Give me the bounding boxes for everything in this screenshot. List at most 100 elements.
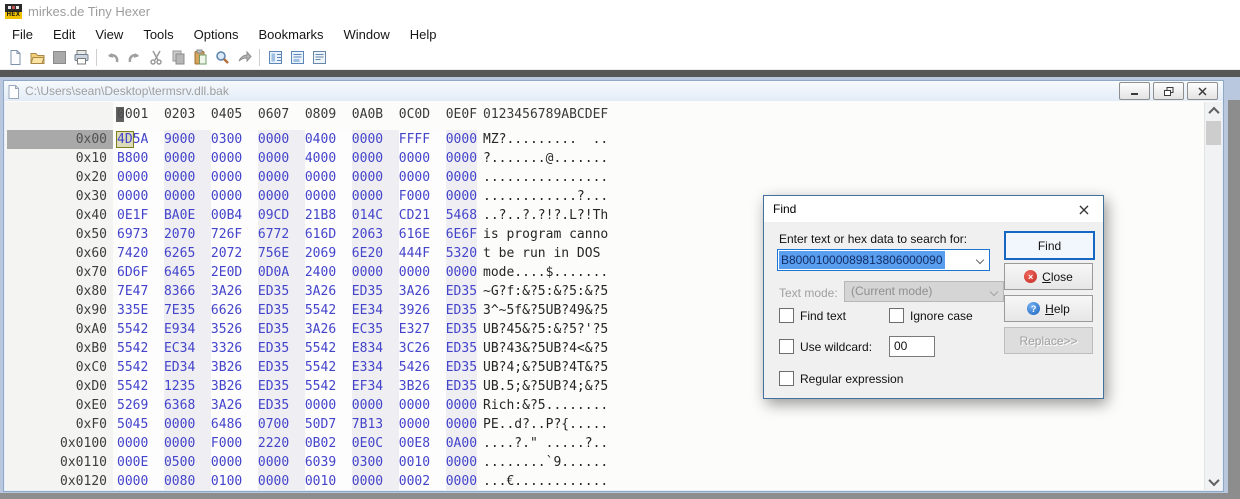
scrollbar-thumb[interactable] xyxy=(1206,121,1221,145)
row-hex-bytes[interactable]: 0000 0080 0100 0000 0010 0000 0002 0000 xyxy=(117,472,478,490)
row-address: 0xB0 xyxy=(75,341,107,356)
paste-icon[interactable] xyxy=(189,47,211,68)
row-ascii[interactable]: UB?43&?5UB?4<&?5 xyxy=(483,339,608,358)
header-column-cursor xyxy=(116,107,124,122)
row-ascii[interactable]: is program canno xyxy=(483,225,608,244)
row-hex-bytes[interactable]: 5542 ED34 3B26 ED35 5542 E334 5426 ED35 xyxy=(117,358,478,377)
hex-column-header: 0001 0203 0405 0607 0809 0A0B 0C0D 0E0F xyxy=(117,107,478,122)
wildcard-input[interactable]: 00 xyxy=(889,336,935,357)
row-ascii[interactable]: MZ?......... .. xyxy=(483,130,608,149)
row-ascii[interactable]: ................ xyxy=(483,168,608,187)
vertical-scrollbar[interactable] xyxy=(1204,102,1222,490)
find-button[interactable]: Find xyxy=(1004,231,1095,260)
row-ascii[interactable]: UB?4;&?5UB?4T&?5 xyxy=(483,358,608,377)
row-hex-bytes[interactable]: 0E1F BA0E 00B4 09CD 21B8 014C CD21 5468 xyxy=(117,206,478,225)
use-wildcard-checkbox[interactable]: Use wildcard: xyxy=(779,339,872,354)
mdi-bottom-edge xyxy=(0,493,1240,499)
menu-window[interactable]: Window xyxy=(334,24,400,45)
checkbox-icon[interactable] xyxy=(889,308,904,323)
hex-row-0x0110[interactable]: 0x0110 000E 0500 0000 0000 6039 0300 0010… xyxy=(5,453,1205,472)
row-hex-bytes[interactable]: 335E 7E35 6626 ED35 5542 EE34 3926 ED35 xyxy=(117,301,478,320)
row-ascii[interactable]: mode....$....... xyxy=(483,263,608,282)
checkbox-icon[interactable] xyxy=(779,308,794,323)
row-ascii[interactable]: 3^~5f&?5UB?49&?5 xyxy=(483,301,608,320)
row-ascii[interactable]: Rich:&?5........ xyxy=(483,396,608,415)
help-button[interactable]: ? Help xyxy=(1004,295,1093,322)
menu-bookmarks[interactable]: Bookmarks xyxy=(248,24,333,45)
close-button[interactable]: × Close xyxy=(1004,263,1093,290)
find-dialog-title: Find xyxy=(773,202,797,216)
row-hex-bytes[interactable]: 0000 0000 0000 0000 0000 0000 0000 0000 xyxy=(117,168,478,187)
window-title: mirkes.de Tiny Hexer xyxy=(28,3,151,19)
hex-row-0x0120[interactable]: 0x0120 0000 0080 0100 0000 0010 0000 0002… xyxy=(5,472,1205,490)
ignore-case-label: Ignore case xyxy=(910,308,973,323)
regular-expression-checkbox[interactable]: Regular expression xyxy=(779,371,903,386)
close-icon[interactable]: × xyxy=(1065,196,1103,222)
script-list-icon[interactable] xyxy=(308,47,330,68)
row-hex-bytes[interactable]: 0000 0000 0000 0000 0000 0000 F000 0000 xyxy=(117,187,478,206)
document-path: C:\Users\sean\Desktop\termsrv.dll.bak xyxy=(25,84,229,98)
menu-help[interactable]: Help xyxy=(400,24,447,45)
menu-tools[interactable]: Tools xyxy=(133,24,183,45)
row-ascii[interactable]: UB.5;&?5UB?4;&?5 xyxy=(483,377,608,396)
help-button-label: Help xyxy=(1045,301,1070,316)
minimize-button[interactable] xyxy=(1119,82,1150,100)
row-hex-bytes[interactable]: 5542 EC34 3326 ED35 5542 E834 3C26 ED35 xyxy=(117,339,478,358)
row-hex-bytes[interactable]: 5542 1235 3B26 ED35 5542 EF34 3B26 ED35 xyxy=(117,377,478,396)
row-hex-bytes[interactable]: 7E47 8366 3A26 ED35 3A26 ED35 3A26 ED35 xyxy=(117,282,478,301)
caret-byte[interactable]: 4D xyxy=(116,131,134,148)
row-hex-bytes[interactable]: B800 0000 0000 0000 4000 0000 0000 0000 xyxy=(117,149,478,168)
row-ascii[interactable]: ?.......@....... xyxy=(483,149,608,168)
row-hex-bytes[interactable]: 5542 E934 3526 ED35 3A26 EC35 E327 ED35 xyxy=(117,320,478,339)
menu-view[interactable]: View xyxy=(85,24,133,45)
row-hex-bytes[interactable]: 6D6F 6465 2E0D 0D0A 2400 0000 0000 0000 xyxy=(117,263,478,282)
row-address: 0x0120 xyxy=(60,474,107,489)
checkbox-icon[interactable] xyxy=(779,371,794,386)
row-ascii[interactable]: ............?... xyxy=(483,187,608,206)
close-button[interactable] xyxy=(1187,82,1218,100)
ignore-case-checkbox[interactable]: Ignore case xyxy=(889,308,973,323)
row-ascii[interactable]: ....?." .....?.. xyxy=(483,434,608,453)
row-ascii[interactable]: ...€............ xyxy=(483,472,608,490)
restore-button[interactable] xyxy=(1153,82,1184,100)
row-ascii[interactable]: UB?45&?5:&?5?'?5 xyxy=(483,320,608,339)
row-hex-bytes[interactable]: 000E 0500 0000 0000 6039 0300 0010 0000 xyxy=(117,453,478,472)
hex-row-0x0100[interactable]: 0x0100 0000 0000 F000 2220 0B02 0E0C 00E8… xyxy=(5,434,1205,453)
print-icon[interactable] xyxy=(70,47,92,68)
bookmarks-panel-icon[interactable] xyxy=(264,47,286,68)
scroll-up-arrow-icon[interactable] xyxy=(1205,102,1222,119)
new-document-icon[interactable] xyxy=(4,47,26,68)
hex-row-0xF0[interactable]: 0xF0 5045 0000 6486 0700 50D7 7B13 0000 0… xyxy=(5,415,1205,434)
row-ascii[interactable]: t be run in DOS xyxy=(483,244,608,263)
search-input[interactable]: B80001000089813806000090 xyxy=(777,249,990,271)
toolbar-separator xyxy=(96,49,97,66)
find-text-checkbox[interactable]: Find text xyxy=(779,308,846,323)
chevron-down-icon[interactable] xyxy=(975,255,985,265)
scroll-down-arrow-icon[interactable] xyxy=(1205,473,1222,490)
search-icon[interactable] xyxy=(211,47,233,68)
menu-edit[interactable]: Edit xyxy=(43,24,85,45)
row-ascii[interactable]: ..?..?.?!?.L?!Th xyxy=(483,206,608,225)
row-hex-bytes[interactable]: 6973 2070 726F 6772 616D 2063 616E 6E6F xyxy=(117,225,478,244)
app-icon: HEX xyxy=(5,3,22,19)
row-hex-bytes[interactable]: 7420 6265 2072 756E 2069 6E20 444F 5320 xyxy=(117,244,478,263)
row-address: 0x0100 xyxy=(60,436,107,451)
toolbar xyxy=(0,46,1240,69)
checkbox-icon[interactable] xyxy=(779,339,794,354)
disk-window-icon[interactable] xyxy=(286,47,308,68)
row-ascii[interactable]: ........`9...... xyxy=(483,453,608,472)
open-folder-icon[interactable] xyxy=(26,47,48,68)
row-hex-bytes[interactable]: 0000 0000 F000 2220 0B02 0E0C 00E8 0A00 xyxy=(117,434,478,453)
row-ascii[interactable]: ~G?f:&?5:&?5:&?5 xyxy=(483,282,608,301)
hex-row-0x20[interactable]: 0x20 0000 0000 0000 0000 0000 0000 0000 0… xyxy=(5,168,1205,187)
row-hex-bytes[interactable]: 5045 0000 6486 0700 50D7 7B13 0000 0000 xyxy=(117,415,478,434)
row-ascii[interactable]: PE..d?..P?{..... xyxy=(483,415,608,434)
menu-file[interactable]: File xyxy=(2,24,43,45)
row-hex-bytes[interactable]: 5269 6368 3A26 ED35 0000 0000 0000 0000 xyxy=(117,396,478,415)
menu-options[interactable]: Options xyxy=(184,24,249,45)
hex-row-0x00[interactable]: 0x00 4D5A 9000 0300 0000 0400 0000 FFFF 0… xyxy=(5,130,1205,149)
hex-row-0x10[interactable]: 0x10 B800 0000 0000 0000 4000 0000 0000 0… xyxy=(5,149,1205,168)
row-hex-bytes[interactable]: 4D5A 9000 0300 0000 0400 0000 FFFF 0000 xyxy=(116,130,478,149)
document-title-bar[interactable]: C:\Users\sean\Desktop\termsrv.dll.bak xyxy=(4,81,1223,101)
find-dialog-title-bar[interactable]: Find × xyxy=(764,196,1103,222)
